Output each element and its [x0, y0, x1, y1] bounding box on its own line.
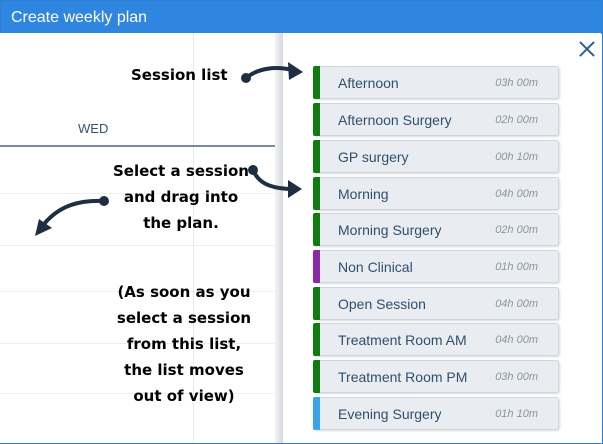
header-divider — [0, 145, 275, 147]
session-name: Non Clinical — [338, 259, 413, 275]
day-header-label: WED — [78, 121, 109, 136]
annotation-line: the list moves — [124, 361, 244, 379]
session-name: Evening Surgery — [338, 406, 442, 422]
session-color-bar — [313, 140, 320, 173]
session-duration: 01h 00m — [495, 261, 538, 273]
session-item[interactable]: Morning Surgery 02h 00m — [313, 213, 559, 246]
annotation-note: (As soon as you select a session from th… — [100, 279, 268, 409]
session-color-bar — [313, 213, 320, 246]
session-color-bar — [313, 287, 320, 320]
session-name: Treatment Room AM — [338, 332, 467, 348]
session-duration: 04h 00m — [495, 298, 538, 310]
annotation-line: out of view) — [133, 387, 235, 405]
annotation-select-session: Select a session and drag into the plan. — [102, 158, 260, 236]
annotation-line: and drag into — [123, 188, 239, 206]
session-duration: 03h 00m — [495, 371, 538, 383]
session-color-bar — [313, 323, 320, 356]
session-duration: 00h 10m — [495, 151, 538, 163]
session-duration: 02h 00m — [495, 224, 538, 236]
session-color-bar — [313, 177, 320, 210]
session-name: GP surgery — [338, 149, 409, 165]
session-item[interactable]: Evening Surgery 01h 10m — [313, 397, 559, 430]
session-item[interactable]: Morning 04h 00m — [313, 177, 559, 210]
panel-edge-shadow — [275, 33, 283, 443]
session-color-bar — [313, 360, 320, 393]
annotation-line: the plan. — [143, 214, 219, 232]
session-color-bar — [313, 250, 320, 283]
session-name: Treatment Room PM — [338, 369, 468, 385]
session-item[interactable]: Afternoon 03h 00m — [313, 66, 559, 99]
session-color-bar — [313, 397, 320, 430]
session-name: Afternoon — [338, 75, 399, 91]
session-item[interactable]: Open Session 04h 00m — [313, 287, 559, 320]
session-color-bar — [313, 103, 320, 136]
session-item[interactable]: Non Clinical 01h 00m — [313, 250, 559, 283]
session-name: Morning — [338, 186, 389, 202]
session-duration: 04h 00m — [495, 188, 538, 200]
session-duration: 04h 00m — [495, 334, 538, 346]
session-color-bar — [313, 66, 320, 99]
window-title: Create weekly plan — [1, 1, 602, 34]
grid-row-line — [0, 245, 275, 246]
close-icon[interactable] — [578, 40, 596, 58]
session-duration: 03h 00m — [495, 77, 538, 89]
session-item[interactable]: GP surgery 00h 10m — [313, 140, 559, 173]
annotation-line: Select a session — [112, 162, 249, 180]
day-column-header: WED — [0, 111, 275, 145]
annotation-line: from this list, — [126, 335, 242, 353]
annotation-session-list: Session list — [131, 66, 228, 84]
session-name: Morning Surgery — [338, 222, 442, 238]
session-name: Afternoon Surgery — [338, 112, 452, 128]
session-duration: 02h 00m — [495, 114, 538, 126]
session-item[interactable]: Afternoon Surgery 02h 00m — [313, 103, 559, 136]
session-name: Open Session — [338, 296, 426, 312]
session-duration: 01h 10m — [495, 408, 538, 420]
annotation-line: (As soon as you — [117, 283, 251, 301]
session-item[interactable]: Treatment Room AM 04h 00m — [313, 323, 559, 356]
session-item[interactable]: Treatment Room PM 03h 00m — [313, 360, 559, 393]
annotation-line: select a session — [116, 309, 252, 327]
